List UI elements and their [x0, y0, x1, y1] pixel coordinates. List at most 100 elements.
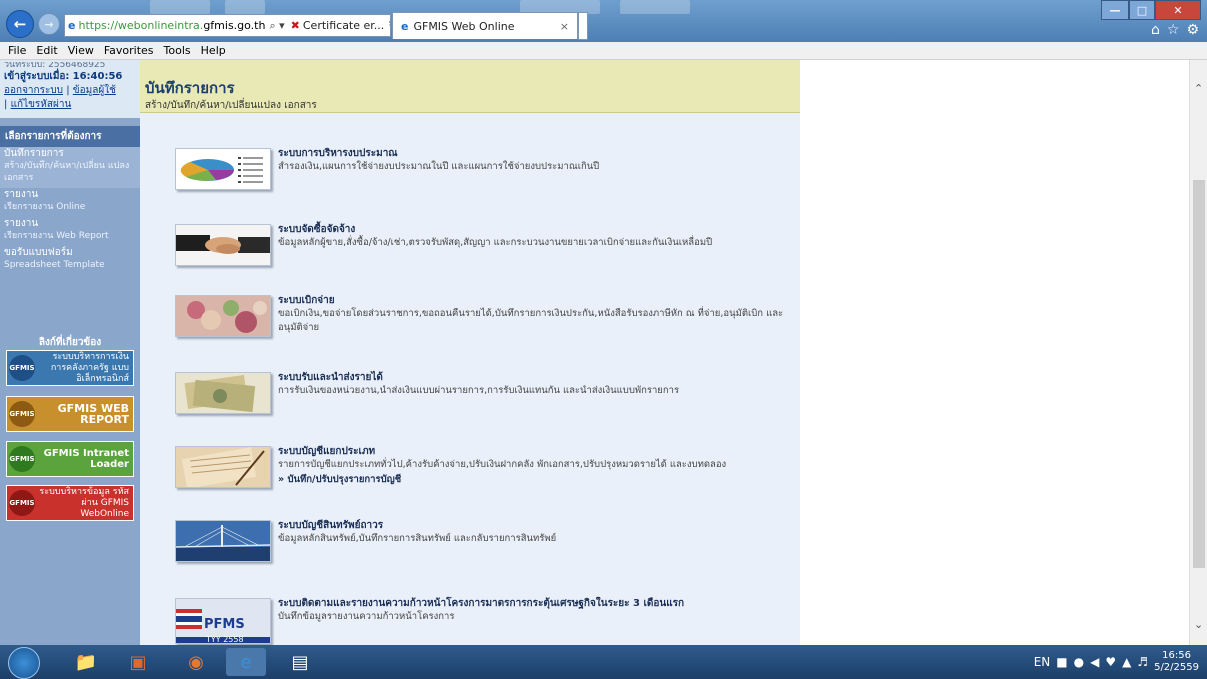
module-title[interactable]: ระบบการบริหารงบประมาณ — [278, 146, 398, 161]
file-explorer-icon[interactable]: 📁 — [66, 648, 106, 676]
tray-app-icon[interactable]: ♥ — [1105, 655, 1116, 669]
ledger-icon — [176, 447, 270, 487]
search-icon[interactable]: ⌕ ▾ — [269, 19, 284, 33]
module-desc: ข้อมูลหลักผู้ขาย,สั่งซื้อ/จ้าง/เช่า,ตรวจ… — [278, 237, 713, 248]
page-subtitle: สร้าง/บันทึก/ค้นหา/เปลี่ยนแปลง เอกสาร — [145, 100, 317, 111]
module-title[interactable]: ระบบติดตามและรายงานความก้าวหน้าโครงการมา… — [278, 596, 684, 611]
sidebar-item-desc: Spreadsheet Template — [4, 260, 105, 270]
module-revenue[interactable]: ระบบรับและนำส่งรายได้ การรับเงินของหน่วย… — [175, 372, 795, 416]
scroll-up-icon[interactable]: ⌃ — [1194, 82, 1203, 95]
menu-favorites[interactable]: Favorites — [104, 44, 154, 57]
new-tab-button[interactable] — [578, 12, 588, 40]
maximize-button[interactable]: □ — [1129, 0, 1155, 20]
browser-tab[interactable]: e GFMIS Web Online × — [392, 12, 578, 39]
ie-page-icon: e — [68, 19, 76, 32]
module-fixed-assets[interactable]: ระบบบัญชีสินทรัพย์ถาวร ข้อมูลหลักสินทรัพ… — [175, 520, 795, 564]
module-title[interactable]: ระบบจัดซื้อจัดจ้าง — [278, 222, 355, 237]
sidebar-item-desc: เรียกรายงาน Online — [4, 202, 86, 212]
clock[interactable]: 16:56 5/2/2559 — [1154, 650, 1199, 674]
gfmis-password-link-banner[interactable]: GFMIS ระบบบริหารข้อมูล รหัสผ่าน GFMIS We… — [6, 485, 134, 521]
main-content: บันทึกรายการ สร้าง/บันทึก/ค้นหา/เปลี่ยนแ… — [140, 60, 800, 645]
sidebar-item-report-web[interactable]: รายงาน เรียกรายงาน Web Report — [0, 217, 140, 246]
close-tab-icon[interactable]: × — [560, 20, 569, 33]
clock-date: 5/2/2559 — [1154, 662, 1199, 673]
change-password-link[interactable]: แก้ไขรหัสผ่าน — [11, 99, 72, 110]
handshake-thumbnail[interactable] — [175, 224, 271, 266]
address-bar[interactable]: e https://webonlineintra. gfmis.go.th ⌕ … — [64, 14, 391, 37]
certificate-error-icon[interactable]: ✖ — [291, 19, 300, 32]
forward-button[interactable]: → — [38, 13, 60, 35]
module-title[interactable]: ระบบรับและนำส่งรายได้ — [278, 370, 383, 385]
gfmis-web-report-link-banner[interactable]: GFMIS GFMIS WEB REPORT — [6, 396, 134, 432]
gear-icon[interactable]: ⚙ — [1186, 22, 1199, 38]
module-disbursement[interactable]: ระบบเบิกจ่าย ขอเบิกเงิน,ขอจ่ายโดยส่วนราช… — [175, 295, 795, 339]
module-title[interactable]: ระบบบัญชีแยกประเภท — [278, 444, 375, 459]
module-desc: รายการบัญชีแยกประเภททั่วไป,ค้างรับค้างจ่… — [278, 458, 793, 487]
menu-view[interactable]: View — [68, 44, 94, 57]
internet-explorer-icon[interactable]: e — [226, 648, 266, 676]
tray-app-icon[interactable]: ◀ — [1090, 655, 1099, 669]
close-window-button[interactable]: ✕ — [1155, 0, 1201, 20]
home-icon[interactable]: ⌂ — [1151, 22, 1160, 38]
firefox-icon[interactable]: ◉ — [176, 648, 216, 676]
pfms-thumbnail[interactable]: PFMS TYY 2558 — [175, 598, 271, 644]
gfmis-logo: GFMIS — [9, 446, 35, 472]
sidebar-item-forms[interactable]: ขอรับแบบฟอร์ม Spreadsheet Template — [0, 246, 140, 275]
system-date-text: วันที่ระบบ: 2556468925 — [4, 62, 106, 70]
refresh-icon[interactable]: ↻ — [388, 19, 390, 32]
page-viewport: วันที่ระบบ: 2556468925 เข้าสู่ระบบเมื่อ:… — [0, 60, 1207, 645]
menu-help[interactable]: Help — [201, 44, 226, 57]
outlook-icon[interactable]: ▣ — [118, 648, 158, 676]
titlebar-decoration — [225, 0, 265, 14]
gfmis-intranet-loader-link-banner[interactable]: GFMIS GFMIS Intranet Loader — [6, 441, 134, 477]
back-button[interactable]: ← — [6, 10, 34, 38]
gfmis-finance-link-banner[interactable]: GFMIS ระบบบริหารการเงิน การคลังภาครัฐ แบ… — [6, 350, 134, 386]
scroll-down-icon[interactable]: ⌄ — [1194, 618, 1203, 631]
volume-icon[interactable]: ♬ — [1137, 655, 1148, 669]
module-desc: บันทึกข้อมูลรายงานความก้าวหน้าโครงการ — [278, 611, 455, 622]
module-stimulus-tracking[interactable]: PFMS TYY 2558 ระบบติดตามและรายงานความก้า… — [175, 596, 795, 644]
gfmis-logo: GFMIS — [9, 490, 35, 516]
cash-icon — [176, 373, 270, 413]
language-indicator[interactable]: EN — [1034, 655, 1051, 669]
logout-link[interactable]: ออกจากระบบ — [4, 85, 63, 96]
menu-tools[interactable]: Tools — [164, 44, 191, 57]
user-info-link[interactable]: ข้อมูลผู้ใช้ — [73, 85, 116, 96]
sidebar-item-title: ขอรับแบบฟอร์ม — [4, 247, 73, 258]
titlebar-decoration — [150, 0, 210, 14]
module-budget[interactable]: ระบบการบริหารงบประมาณ สำรองเงิน,แผนการใช… — [175, 148, 795, 192]
start-button[interactable] — [8, 647, 40, 679]
module-procurement[interactable]: ระบบจัดซื้อจัดจ้าง ข้อมูลหลักผู้ขาย,สั่ง… — [175, 224, 795, 268]
record-adjust-accounts-link[interactable]: » บันทึก/ปรับปรุงรายการบัญชี — [278, 473, 793, 487]
scrollbar-thumb[interactable] — [1193, 180, 1205, 568]
menu-edit[interactable]: Edit — [36, 44, 57, 57]
minimize-button[interactable]: — — [1101, 0, 1129, 20]
network-icon[interactable]: ▲ — [1122, 655, 1131, 669]
module-general-ledger[interactable]: ระบบบัญชีแยกประเภท รายการบัญชีแยกประเภทท… — [175, 446, 795, 490]
browser-titlebar: ← → e https://webonlineintra. gfmis.go.t… — [0, 0, 1207, 42]
sidebar-item-record[interactable]: บันทึกรายการ สร้าง/บันทึก/ค้นหา/เปลี่ยน … — [0, 147, 140, 188]
forward-arrow-icon: → — [44, 17, 54, 31]
menu-file[interactable]: File — [8, 44, 26, 57]
ledger-thumbnail[interactable] — [175, 446, 271, 488]
module-desc: ข้อมูลหลักสินทรัพย์,บันทึกรายการสินทรัพย… — [278, 533, 557, 544]
bridge-thumbnail[interactable] — [175, 520, 271, 562]
banknotes-flowers-thumbnail[interactable] — [175, 295, 271, 337]
module-desc: ขอเบิกเงิน,ขอจ่ายโดยส่วนราชการ,ขอถอนคืนร… — [278, 308, 784, 333]
banknotes-icon — [176, 296, 270, 336]
sidebar-section-title: เลือกรายการที่ต้องการ — [0, 126, 140, 147]
cash-thumbnail[interactable] — [175, 372, 271, 414]
module-title[interactable]: ระบบบัญชีสินทรัพย์ถาวร — [278, 518, 383, 533]
word-icon[interactable]: ▤ — [280, 648, 320, 676]
certificate-error-label[interactable]: Certificate er... — [303, 19, 384, 32]
window-controls: — □ ✕ — [1101, 0, 1201, 20]
sidebar-item-report-online[interactable]: รายงาน เรียกรายงาน Online — [0, 188, 140, 217]
tray-app-icon[interactable]: ● — [1074, 655, 1084, 669]
titlebar-decoration — [620, 0, 690, 14]
tray-app-icon[interactable]: ■ — [1056, 655, 1067, 669]
vertical-scrollbar[interactable]: ⌃ ⌄ — [1189, 60, 1207, 645]
pie-chart-thumbnail[interactable] — [175, 148, 271, 190]
module-title[interactable]: ระบบเบิกจ่าย — [278, 293, 335, 308]
star-icon[interactable]: ☆ — [1167, 22, 1180, 38]
banner-text: GFMIS Intranet Loader — [43, 448, 129, 470]
